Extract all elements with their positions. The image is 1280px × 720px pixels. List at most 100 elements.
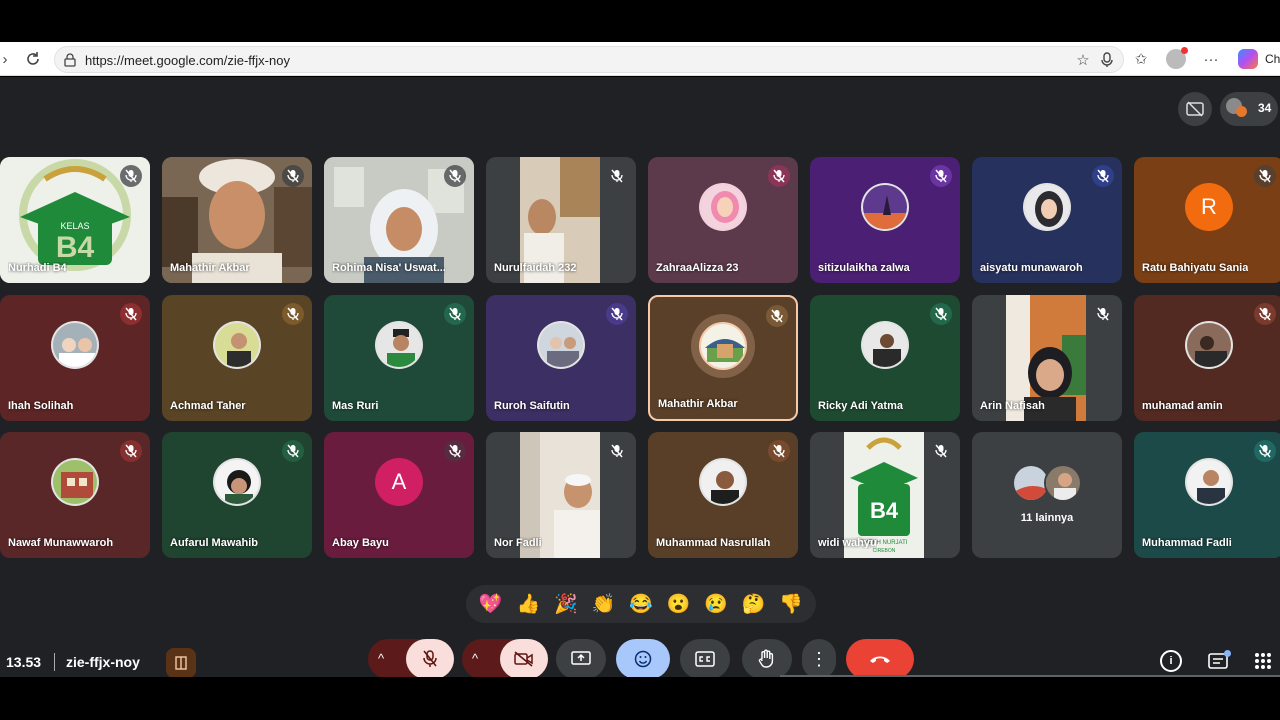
participant-avatar [1185, 458, 1233, 507]
raise-hand-button[interactable] [742, 639, 792, 677]
mic-muted-icon [1254, 440, 1276, 462]
participant-tile[interactable]: Nor Fadli [486, 432, 636, 558]
present-icon [571, 651, 591, 665]
url-text: https://meet.google.com/zie-ffjx-noy [85, 53, 290, 68]
participant-tile[interactable]: Mahathir Akbar [162, 157, 312, 283]
refresh-icon[interactable] [24, 50, 42, 68]
participant-avatar [699, 458, 747, 507]
reaction-thumbs-up-button[interactable]: 👍 [513, 589, 543, 619]
mic-muted-icon [606, 440, 628, 462]
mic-muted-icon [1254, 165, 1276, 187]
leave-call-button[interactable] [846, 639, 914, 677]
mic-muted-icon [444, 440, 466, 462]
more-menu-icon[interactable]: ··· [1202, 50, 1220, 68]
participant-tile[interactable]: ZahraaAlizza 23 [648, 157, 798, 283]
mic-muted-icon [606, 165, 628, 187]
progress-track [780, 675, 1280, 677]
participant-initial-avatar: A [375, 458, 423, 507]
mic-toggle-button[interactable] [406, 639, 454, 677]
hand-icon [758, 649, 774, 668]
participant-tile[interactable]: B4 SYEKH NURJATI CIREBON widi wahyu [810, 432, 960, 558]
activities-grid-icon[interactable] [1254, 652, 1272, 675]
favorite-star-icon[interactable]: ☆ [1074, 51, 1092, 69]
participant-tile[interactable]: muhamad amin [1134, 295, 1280, 421]
reaction-surprised-button[interactable]: 😮 [664, 589, 694, 619]
reactions-bar: 💖 👍 🎉 👏 😂 😮 😢 🤔 👎 [466, 585, 816, 623]
mic-muted-icon [1092, 303, 1114, 325]
mic-muted-icon [282, 440, 304, 462]
participant-tile[interactable]: Ruroh Saifutin [486, 295, 636, 421]
mic-muted-icon [930, 165, 952, 187]
participant-name: Nurhadi B4 [8, 262, 67, 274]
participant-name: aisyatu munawaroh [980, 262, 1083, 274]
participant-avatar [1023, 183, 1071, 232]
more-vertical-icon: ⋮ [810, 649, 828, 669]
participant-avatar [51, 458, 99, 507]
participants-button[interactable]: 34 [1220, 92, 1278, 126]
participant-tile[interactable]: sitizulaikha zalwa [810, 157, 960, 283]
reaction-thumbs-down-button[interactable]: 👎 [776, 589, 806, 619]
video-controls-group: ^ [462, 639, 548, 677]
participant-tile[interactable]: Muhammad Fadli [1134, 432, 1280, 558]
participant-tile[interactable]: Ihah Solihah [0, 295, 150, 421]
participant-name: Aufarul Mawahib [170, 537, 259, 549]
participant-tile-active-speaker[interactable]: Mahathir Akbar [648, 295, 798, 421]
participant-tile[interactable]: Ricky Adi Yatma [810, 295, 960, 421]
participant-avatar [861, 183, 909, 232]
meet-stage: 34 KELAS B4 Nurhadi B4 Mahathir Akbar Ro… [0, 77, 1280, 677]
participant-tile[interactable]: Muhammad Nasrullah [648, 432, 798, 558]
meeting-info-icon[interactable]: i [1160, 650, 1182, 672]
participant-tile[interactable]: KELAS B4 Nurhadi B4 [0, 157, 150, 283]
audio-options-chevron-icon[interactable]: ^ [378, 651, 384, 666]
camera-toggle-button[interactable] [500, 639, 548, 677]
microphone-icon[interactable] [1098, 51, 1116, 69]
others-avatar [1044, 464, 1082, 502]
divider [54, 653, 55, 671]
favorites-icon[interactable]: ✩ [1132, 50, 1150, 68]
reaction-sad-button[interactable]: 😢 [701, 589, 731, 619]
mic-muted-icon [768, 165, 790, 187]
hang-up-icon [870, 656, 890, 663]
address-bar[interactable]: https://meet.google.com/zie-ffjx-noy ☆ [54, 46, 1124, 73]
reactions-toggle-button[interactable] [616, 639, 670, 677]
participant-name: Ruroh Saifutin [494, 400, 570, 412]
participant-name: Achmad Taher [170, 400, 246, 412]
participant-tile[interactable]: Mas Ruri [324, 295, 474, 421]
reaction-clap-button[interactable]: 👏 [588, 589, 618, 619]
participant-tile[interactable]: Rohima Nisa' Uswat... [324, 157, 474, 283]
reaction-laugh-button[interactable]: 😂 [626, 589, 656, 619]
mic-muted-icon [1092, 165, 1114, 187]
reaction-heart-button[interactable]: 💖 [476, 589, 506, 619]
captions-button[interactable] [680, 639, 730, 677]
site-info-icon[interactable] [61, 51, 79, 69]
profile-avatar[interactable] [1166, 47, 1188, 69]
participant-name: Muhammad Fadli [1142, 537, 1232, 549]
meeting-host-icon[interactable] [166, 648, 196, 677]
participant-name: Arin Nafisah [980, 400, 1045, 412]
participant-tile[interactable]: Aufarul Mawahib [162, 432, 312, 558]
participant-tile[interactable]: R Ratu Bahiyatu Sania [1134, 157, 1280, 283]
svg-text:B4: B4 [870, 498, 899, 523]
participant-tile[interactable]: Nurulfaidah 232 [486, 157, 636, 283]
participant-avatar [861, 321, 909, 370]
participant-tile[interactable]: A Abay Bayu [324, 432, 474, 558]
video-options-chevron-icon[interactable]: ^ [472, 651, 478, 666]
back-icon[interactable]: › [0, 50, 10, 68]
participant-name: Nawaf Munawwaroh [8, 537, 114, 549]
participant-name: sitizulaikha zalwa [818, 262, 910, 274]
copilot-icon[interactable] [1238, 49, 1258, 69]
reaction-thinking-button[interactable]: 🤔 [739, 589, 769, 619]
more-options-button[interactable]: ⋮ [802, 639, 836, 677]
mic-muted-icon [768, 440, 790, 462]
participant-avatar-small [1236, 106, 1247, 117]
participant-tile[interactable]: Achmad Taher [162, 295, 312, 421]
present-screen-button[interactable] [556, 639, 606, 677]
mic-muted-icon [444, 165, 466, 187]
participant-tile[interactable]: Arin Nafisah [972, 295, 1122, 421]
others-tile[interactable]: 11 lainnya [972, 432, 1122, 558]
participant-tile[interactable]: aisyatu munawaroh [972, 157, 1122, 283]
reaction-party-button[interactable]: 🎉 [551, 589, 581, 619]
participant-tile[interactable]: Nawaf Munawwaroh [0, 432, 150, 558]
chat-icon[interactable] [1207, 650, 1231, 677]
hide-captions-icon[interactable] [1178, 92, 1212, 126]
